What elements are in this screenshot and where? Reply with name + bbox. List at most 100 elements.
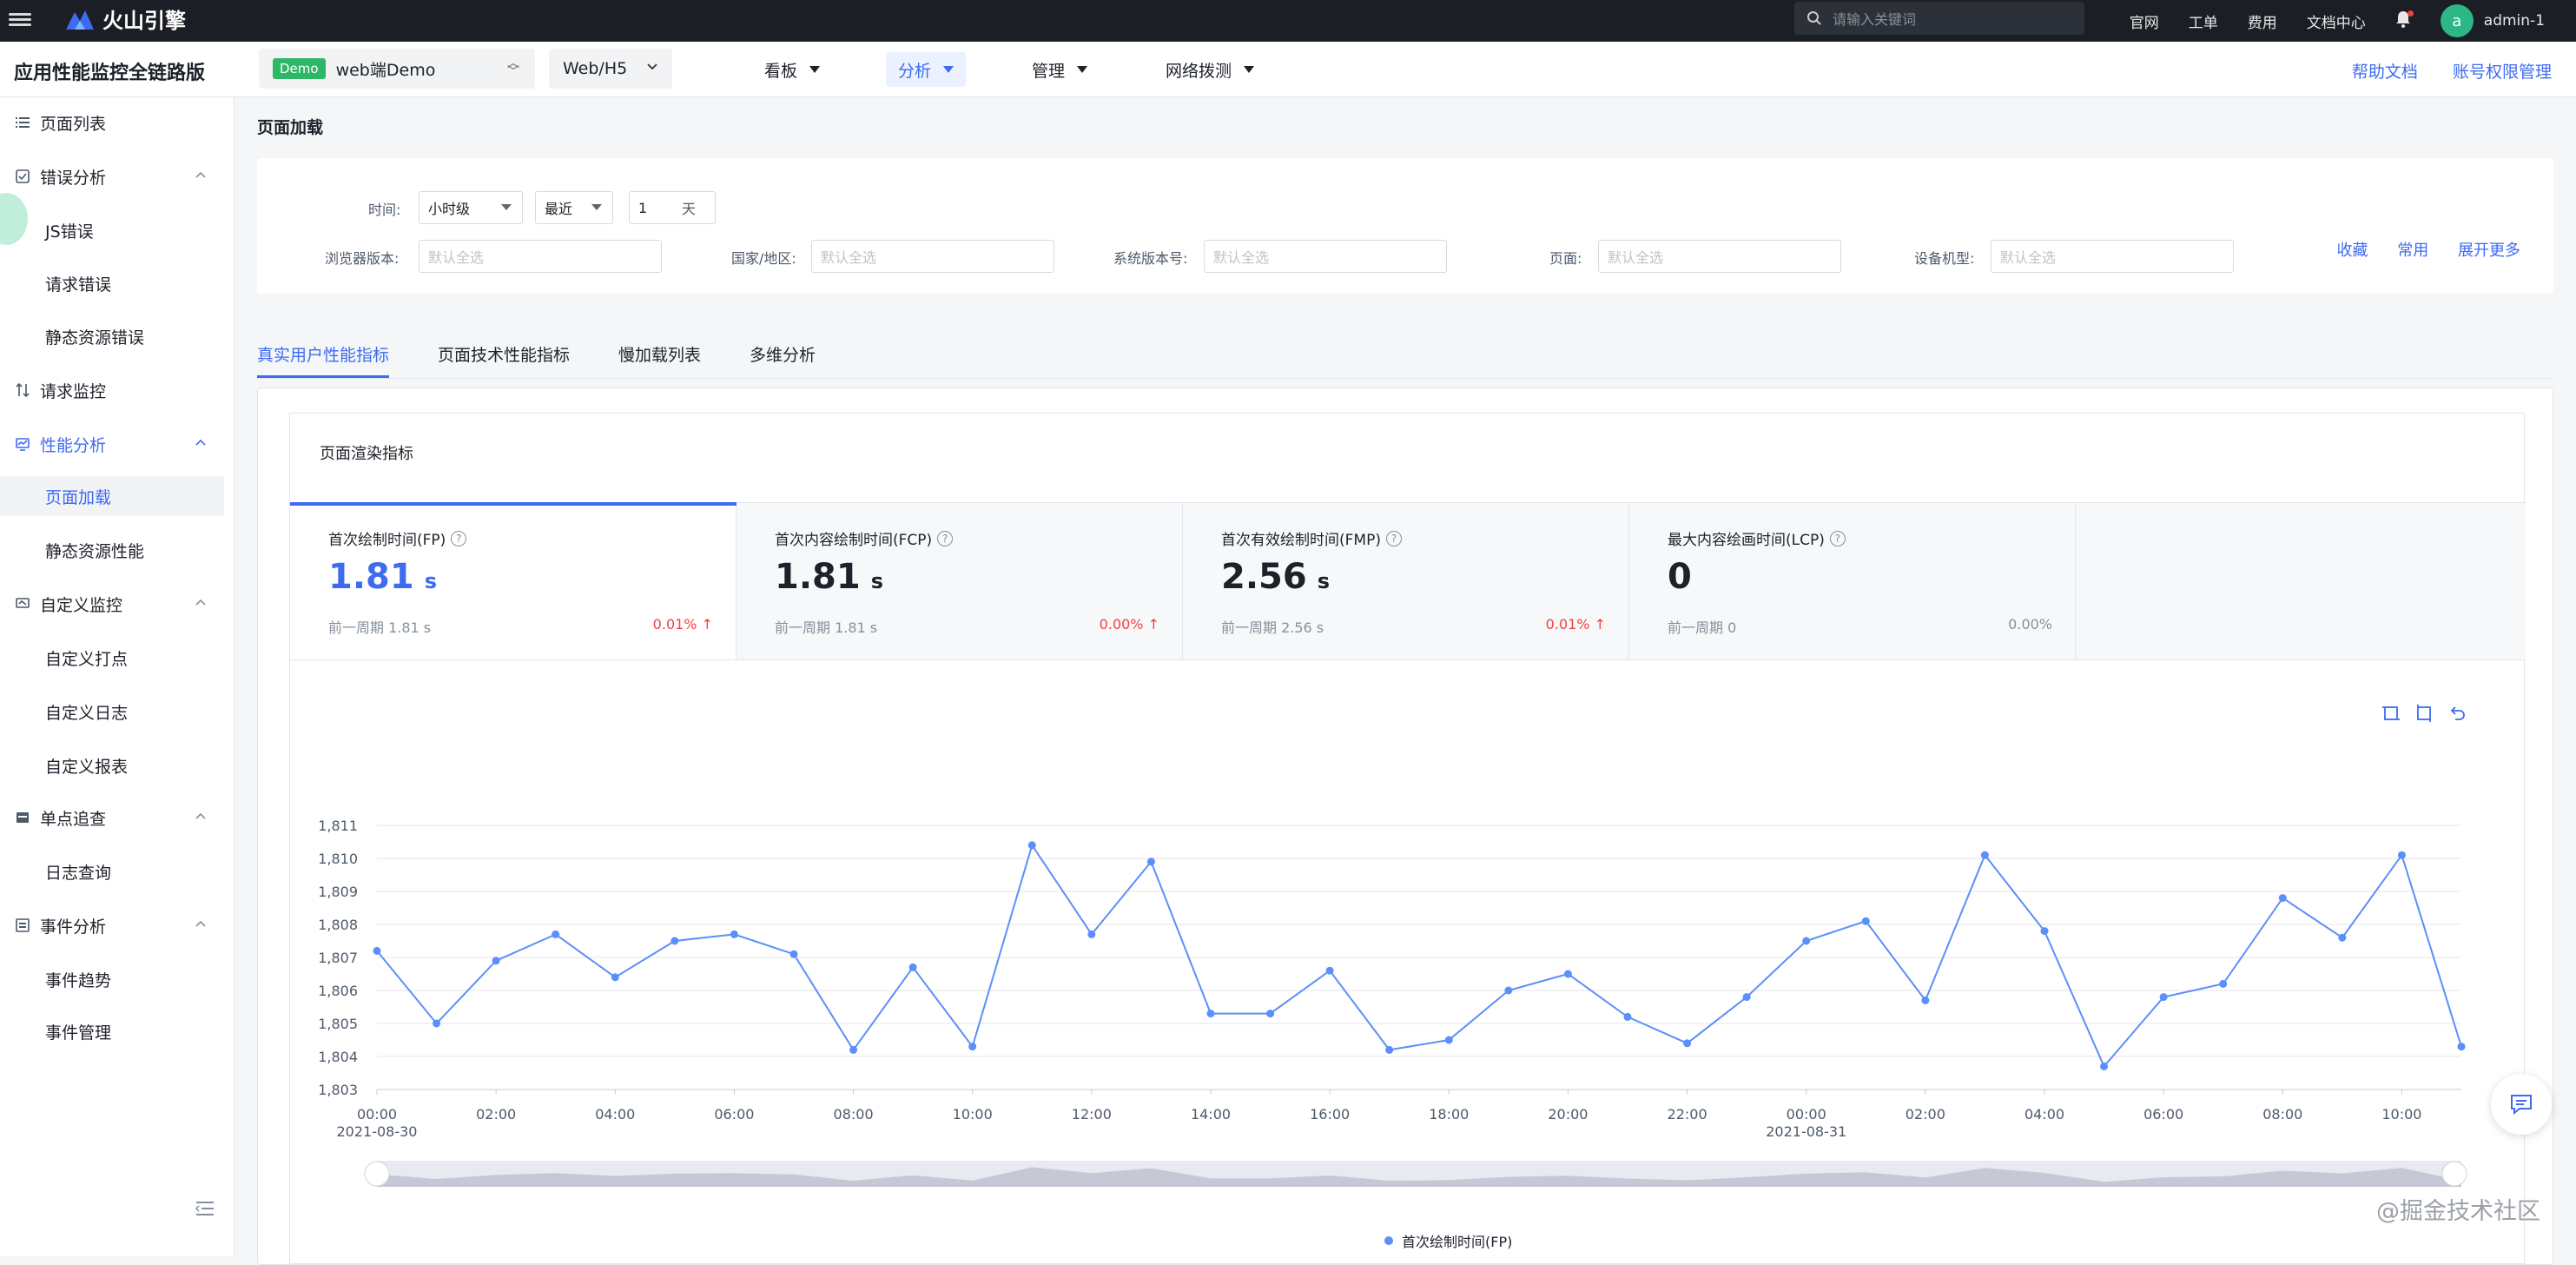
sidebar-collapse-icon[interactable] — [195, 1199, 215, 1218]
undo-icon[interactable] — [2447, 704, 2467, 726]
help-docs-link[interactable]: 帮助文档 — [2352, 63, 2418, 82]
sidebar-item-request-monitor[interactable]: 请求监控 — [0, 370, 226, 410]
favorite-link[interactable]: 收藏 — [2337, 242, 2368, 260]
account-permission-link[interactable]: 账号权限管理 — [2453, 63, 2552, 82]
data-point — [2100, 1062, 2109, 1070]
avatar[interactable]: a — [2440, 4, 2474, 37]
help-icon[interactable]: ? — [1829, 530, 1846, 546]
nav-network-probe[interactable]: 网络拨测 — [1153, 52, 1266, 87]
sidebar-group-performance[interactable]: 性能分析 — [0, 424, 226, 464]
chart-toolbar — [2368, 704, 2467, 726]
x-tick-label: 14:00 — [1191, 1106, 1231, 1123]
x-tick-label: 02:00 — [1906, 1106, 1945, 1123]
data-point — [552, 930, 560, 938]
help-icon[interactable]: ? — [937, 530, 954, 546]
sidebar-item-event-trend[interactable]: 事件趋势 — [0, 959, 226, 999]
chart-legend[interactable]: 首次绘制时间(FP) — [1384, 1230, 1512, 1251]
tab-real-user-metrics[interactable]: 真实用户性能指标 — [257, 334, 390, 378]
nav-dashboard[interactable]: 看板 — [752, 52, 832, 87]
common-link[interactable]: 常用 — [2397, 242, 2428, 260]
nav-analysis[interactable]: 分析 — [886, 52, 967, 87]
os-version-select[interactable]: 默认全选 — [1204, 240, 1447, 273]
sidebar-item-page-load[interactable]: 页面加载 — [0, 476, 224, 516]
x-tick-label: 08:00 — [834, 1106, 874, 1123]
y-tick-label: 1,806 — [318, 983, 358, 999]
top-bar: 火山引擎 请输入关键词 官网 工单 费用 文档中心 a admin-1 — [0, 0, 2576, 42]
app-selector-value: web端Demo — [335, 60, 436, 80]
range-value-input[interactable]: 1天 — [629, 191, 716, 224]
link-ticket[interactable]: 工单 — [2189, 10, 2218, 32]
metric-unit: s — [1317, 569, 1330, 593]
page-select[interactable]: 默认全选 — [1598, 240, 1841, 273]
metric-card-fmp[interactable]: 首次有效绘制时间(FMP)? 2.56 s 前一周期 2.56 s 0.01% ↑ — [1183, 503, 1629, 659]
app-selector[interactable]: Demo web端Demo ︿ ﹀ — [259, 49, 535, 89]
feedback-button[interactable] — [2491, 1074, 2552, 1135]
data-point — [2338, 933, 2347, 942]
granularity-select[interactable]: 小时级 — [419, 191, 523, 224]
username[interactable]: admin-1 — [2484, 12, 2545, 30]
x-tick-label: 10:00 — [953, 1106, 993, 1123]
region-placeholder: 默认全选 — [821, 249, 877, 266]
sidebar-item-custom-report[interactable]: 自定义报表 — [0, 745, 226, 785]
sidebar-item-custom-point[interactable]: 自定义打点 — [0, 638, 226, 678]
zoom-select-icon[interactable] — [2381, 704, 2401, 726]
help-icon[interactable]: ? — [1385, 530, 1402, 546]
sidebar-group-event-analysis[interactable]: 事件分析 — [0, 905, 226, 945]
trace-icon — [14, 809, 31, 826]
sidebar-group-single-trace[interactable]: 单点追查 — [0, 798, 226, 838]
sidebar-item-static-resource-error[interactable]: 静态资源错误 — [0, 316, 226, 356]
link-billing[interactable]: 费用 — [2248, 10, 2277, 32]
range-mode-select[interactable]: 最近 — [535, 191, 613, 224]
data-point — [2457, 1043, 2466, 1051]
tab-tech-metrics[interactable]: 页面技术性能指标 — [438, 334, 570, 378]
x-tick-label: 00:00 — [1787, 1106, 1826, 1123]
time-label: 时间: — [368, 202, 401, 218]
fp-line-chart[interactable]: 1,803 1,804 1,805 1,806 1,807 1,808 1,809 1,810… — [290, 744, 2526, 1230]
sidebar-item-event-manage[interactable]: 事件管理 — [0, 1011, 226, 1051]
tab-slow-load-list[interactable]: 慢加载列表 — [618, 334, 701, 378]
metric-card-fp[interactable]: 首次绘制时间(FP)? 1.81 s 前一周期 1.81 s 0.01% ↑ — [290, 502, 736, 659]
platform-selector[interactable]: Web/H5 — [549, 49, 672, 89]
sidebar-item-request-error[interactable]: 请求错误 — [0, 263, 226, 303]
bell-icon[interactable] — [2395, 10, 2414, 32]
sidebar-item-label: 事件分析 — [40, 917, 107, 937]
sidebar-item-label: 自定义报表 — [45, 757, 129, 777]
range-mode-value: 最近 — [545, 201, 573, 217]
metric-card-lcp[interactable]: 最大内容绘画时间(LCP)? 0 前一周期 0 0.00% — [1629, 503, 2076, 659]
metric-value: 2.56 — [1221, 557, 1307, 597]
metric-card-fcp[interactable]: 首次内容绘制时间(FCP)? 1.81 s 前一周期 1.81 s 0.00% ↑ — [736, 503, 1183, 659]
legend-label: 首次绘制时间(FP) — [1402, 1234, 1513, 1250]
link-official[interactable]: 官网 — [2130, 10, 2159, 32]
region-select[interactable]: 默认全选 — [811, 240, 1054, 273]
data-point — [373, 946, 381, 955]
volcano-logo-icon — [66, 10, 94, 30]
sidebar-item-static-resource-perf[interactable]: 静态资源性能 — [0, 530, 226, 570]
os-version-placeholder: 默认全选 — [1213, 249, 1270, 266]
sidebar-item-page-list[interactable]: 页面列表 — [0, 103, 226, 142]
nav-network-probe-label: 网络拨测 — [1166, 61, 1232, 81]
sidebar-item-js-error[interactable]: JS错误 — [0, 210, 226, 250]
top-search-input[interactable]: 请输入关键词 — [1794, 2, 2084, 35]
sidebar-group-custom-monitor[interactable]: 自定义监控 — [0, 584, 226, 624]
logo[interactable]: 火山引擎 — [64, 3, 186, 34]
tab-multi-dim-analysis[interactable]: 多维分析 — [750, 334, 816, 378]
metric-change-value: 0.01% — [1545, 616, 1590, 632]
x-tick-label: 08:00 — [2262, 1106, 2302, 1123]
data-point — [1921, 996, 1930, 1004]
device-placeholder: 默认全选 — [2000, 249, 2057, 266]
hamburger-menu-icon[interactable] — [9, 10, 31, 31]
slider-handle-left — [364, 1161, 390, 1187]
sidebar-item-log-query[interactable]: 日志查询 — [0, 851, 226, 891]
browser-select[interactable]: 默认全选 — [419, 240, 662, 273]
zoom-reset-icon[interactable] — [2414, 704, 2434, 726]
sidebar-group-error-analysis[interactable]: 错误分析 — [0, 156, 226, 196]
nav-manage[interactable]: 管理 — [1020, 52, 1100, 87]
data-point — [1206, 1010, 1215, 1018]
device-select[interactable]: 默认全选 — [1991, 240, 2234, 273]
help-icon[interactable]: ? — [451, 530, 467, 546]
caret-down-icon — [809, 66, 821, 73]
expand-more-link[interactable]: 展开更多 — [2458, 242, 2520, 260]
sidebar-item-custom-log[interactable]: 自定义日志 — [0, 692, 226, 732]
link-docs[interactable]: 文档中心 — [2307, 10, 2366, 32]
data-point — [1802, 937, 1811, 945]
